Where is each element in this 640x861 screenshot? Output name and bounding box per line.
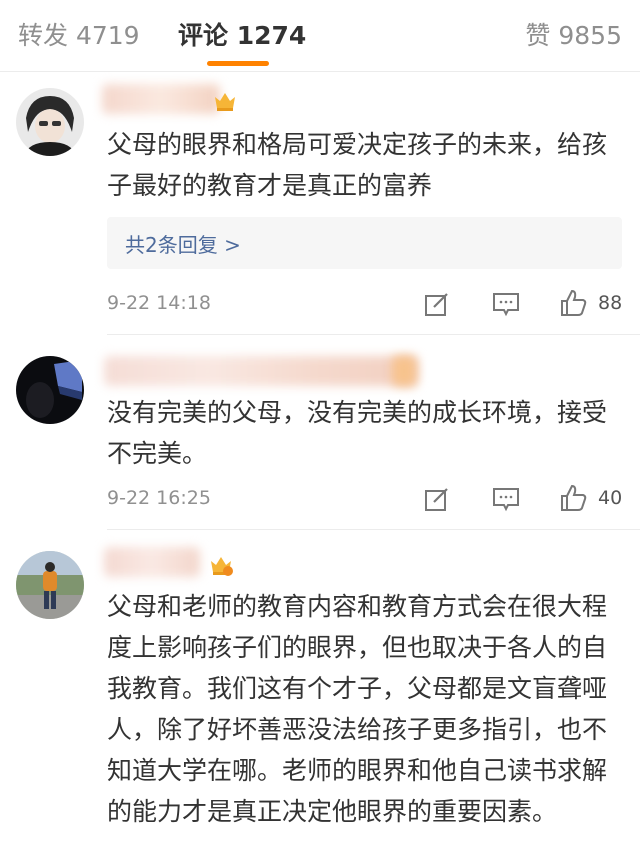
divider: [107, 529, 640, 530]
comment-tabs: 转发 4719 评论 1274 赞 9855: [0, 0, 640, 72]
comment-icon[interactable]: [491, 484, 521, 514]
view-replies-link[interactable]: 共2条回复 >: [125, 229, 241, 258]
reply-box[interactable]: 共2条回复 >: [107, 217, 622, 269]
thumbs-up-icon[interactable]: [558, 483, 588, 513]
active-tab-indicator: [207, 61, 269, 66]
divider: [107, 334, 640, 335]
avatar[interactable]: [16, 88, 84, 156]
like-count: 88: [598, 292, 623, 314]
comment-icon[interactable]: [491, 289, 521, 319]
avatar[interactable]: [16, 551, 84, 619]
thumbs-up-icon[interactable]: [558, 288, 588, 318]
comment-time: 9-22 14:18: [107, 292, 211, 314]
comment-time: 9-22 16:25: [107, 487, 211, 509]
comment-text: 没有完美的父母，没有完美的成长环境，接受不完美。: [107, 398, 608, 468]
username-blurred[interactable]: [104, 547, 200, 577]
username-blurred[interactable]: [102, 84, 220, 114]
avatar[interactable]: [16, 356, 84, 424]
username-blurred[interactable]: [104, 356, 418, 386]
like-count: 40: [598, 487, 623, 509]
tab-repost[interactable]: 转发 4719: [18, 16, 140, 52]
tab-comments[interactable]: 评论 1274: [178, 16, 306, 52]
comment-text: 父母的眼界和格局可爱决定孩子的未来，给孩子最好的教育才是真正的富养: [107, 130, 608, 200]
comment-text: 父母和老师的教育内容和教育方式会在很大程度上影响孩子们的眼界，但也取决于各人的自…: [107, 592, 608, 826]
edit-icon[interactable]: [422, 484, 452, 514]
username-blurred: [392, 356, 416, 386]
edit-icon[interactable]: [422, 289, 452, 319]
vip-crown-icon: [215, 93, 235, 111]
vip-crown-icon: [211, 557, 233, 576]
tab-likes[interactable]: 赞 9855: [525, 16, 622, 52]
